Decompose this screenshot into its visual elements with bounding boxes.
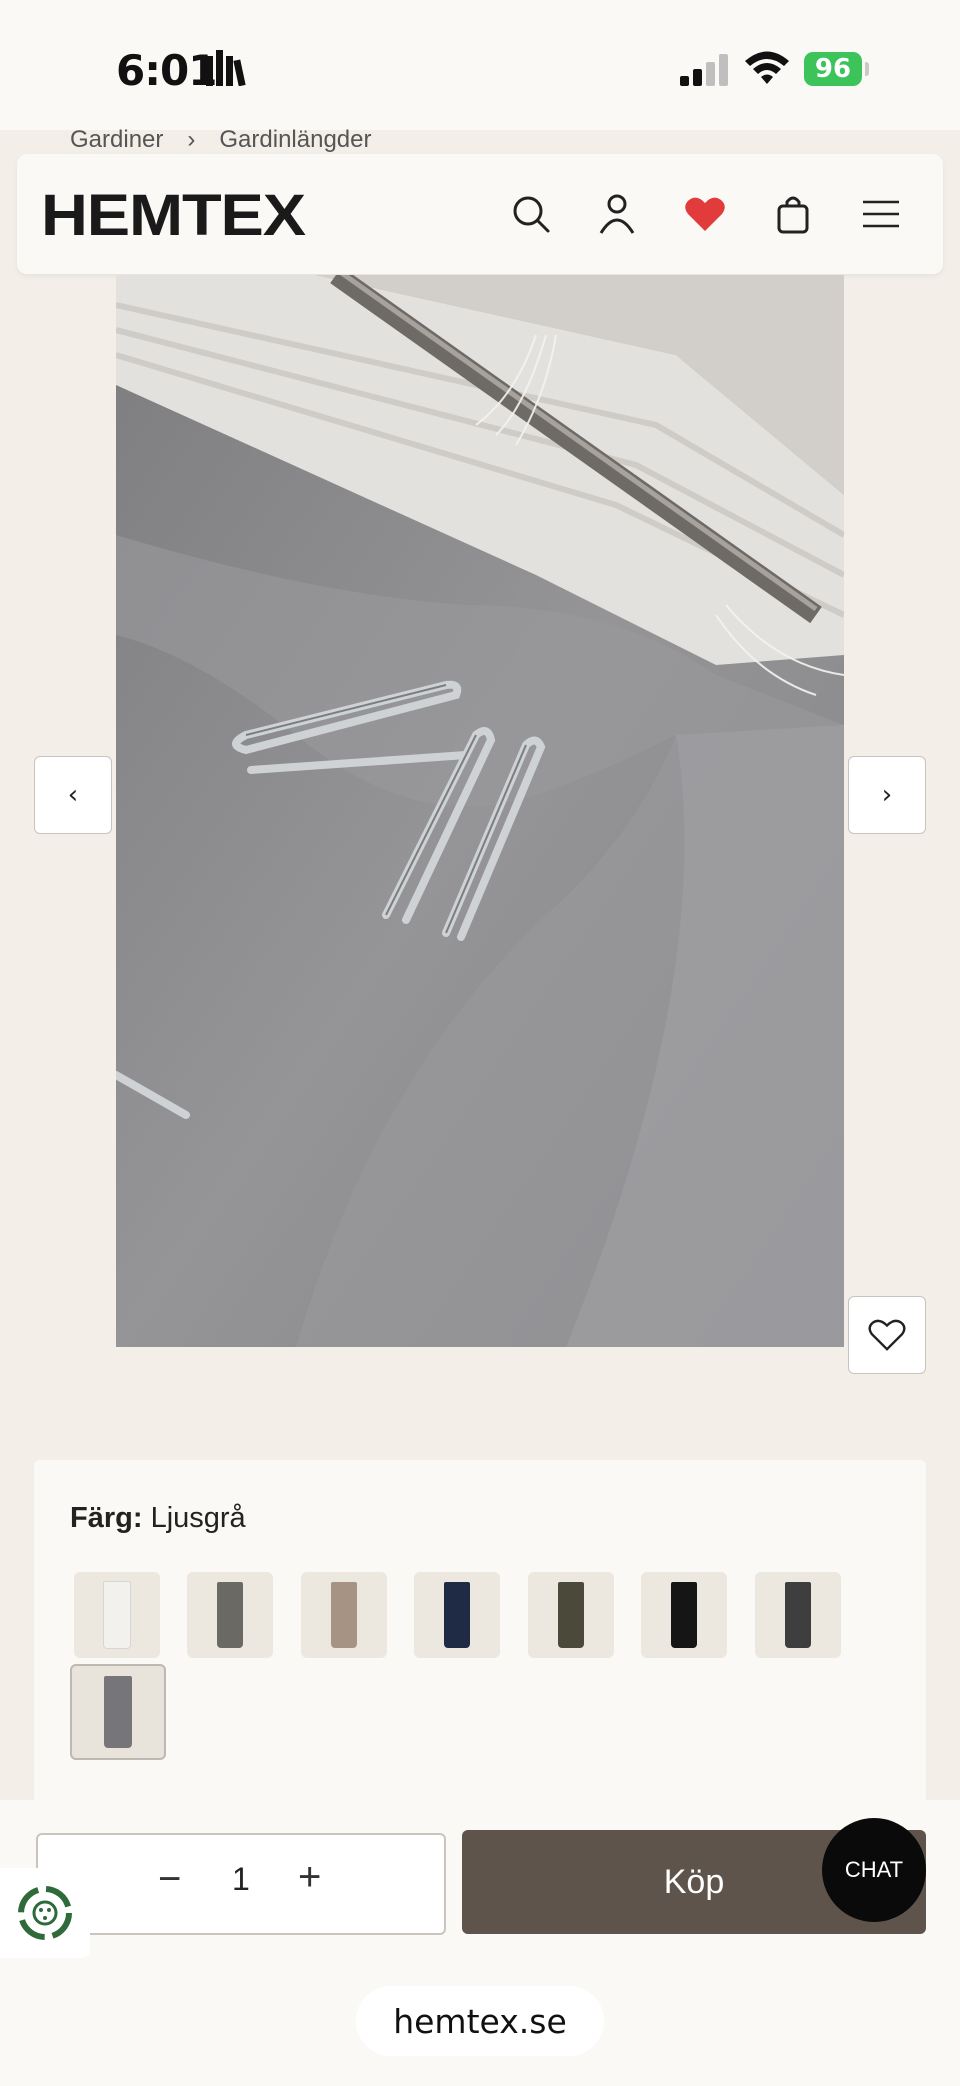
browser-url[interactable]: hemtex.se	[356, 1986, 604, 2056]
curtain-thumbnail	[104, 1676, 132, 1748]
status-time: 6:01	[116, 46, 217, 95]
gallery-prev-button[interactable]: ‹	[34, 756, 112, 834]
color-label-title: Färg:	[70, 1502, 143, 1534]
heart-outline-icon	[868, 1319, 906, 1351]
site-header: HEMTEX	[17, 154, 943, 274]
hemtex-logo[interactable]: HEMTEX	[41, 182, 306, 249]
breadcrumb: Gardiner › Gardinlängder	[70, 126, 371, 154]
recycle-icon	[18, 1886, 72, 1940]
color-swatch[interactable]	[641, 1572, 727, 1658]
curtain-thumbnail	[785, 1582, 811, 1648]
eco-badge[interactable]	[0, 1868, 90, 1958]
search-icon[interactable]	[507, 190, 555, 238]
gallery-next-button[interactable]: ›	[848, 756, 926, 834]
curtain-thumbnail	[444, 1582, 470, 1648]
quantity-stepper: − 1 +	[36, 1833, 446, 1935]
breadcrumb-gardinlangder[interactable]: Gardinlängder	[219, 126, 371, 154]
battery-level: 96	[804, 52, 862, 86]
color-swatch[interactable]	[414, 1572, 500, 1658]
heart-icon[interactable]	[681, 190, 729, 238]
color-swatch[interactable]	[755, 1572, 841, 1658]
curtain-thumbnail	[217, 1582, 243, 1648]
color-selector: Färg: Ljusgrå	[34, 1460, 926, 1820]
quantity-value[interactable]: 1	[232, 1861, 250, 1898]
menu-icon[interactable]	[857, 190, 905, 238]
color-swatch[interactable]	[301, 1572, 387, 1658]
add-to-wishlist-button[interactable]	[848, 1296, 926, 1374]
color-swatch[interactable]	[528, 1572, 614, 1658]
wifi-icon	[745, 51, 789, 84]
color-swatch-selected[interactable]	[70, 1664, 166, 1760]
cellular-signal-icon	[680, 54, 728, 86]
breadcrumb-separator: ›	[187, 126, 196, 153]
color-label-value: Ljusgrå	[150, 1502, 246, 1534]
bag-icon[interactable]	[769, 190, 817, 238]
breadcrumb-gardiner[interactable]: Gardiner	[70, 126, 163, 154]
status-bar: 6:01 96	[0, 0, 960, 130]
curtain-thumbnail	[671, 1582, 697, 1648]
color-label: Färg: Ljusgrå	[70, 1502, 246, 1535]
account-icon[interactable]	[593, 190, 641, 238]
color-swatch[interactable]	[74, 1572, 160, 1658]
chevron-right-icon: ›	[881, 780, 893, 810]
library-icon	[206, 50, 246, 86]
curtain-thumbnail	[103, 1581, 131, 1649]
curtain-thumbnail	[331, 1582, 357, 1648]
chevron-left-icon: ‹	[67, 780, 79, 810]
quantity-decrease-button[interactable]: −	[158, 1857, 181, 1902]
purchase-bar: − 1 + Köp CHAT hemtex.se	[0, 1800, 960, 2086]
color-swatch[interactable]	[187, 1572, 273, 1658]
curtain-thumbnail	[558, 1582, 584, 1648]
battery-tip	[865, 62, 869, 76]
chat-button[interactable]: CHAT	[822, 1818, 926, 1922]
product-image[interactable]	[116, 275, 844, 1347]
quantity-increase-button[interactable]: +	[298, 1855, 321, 1900]
